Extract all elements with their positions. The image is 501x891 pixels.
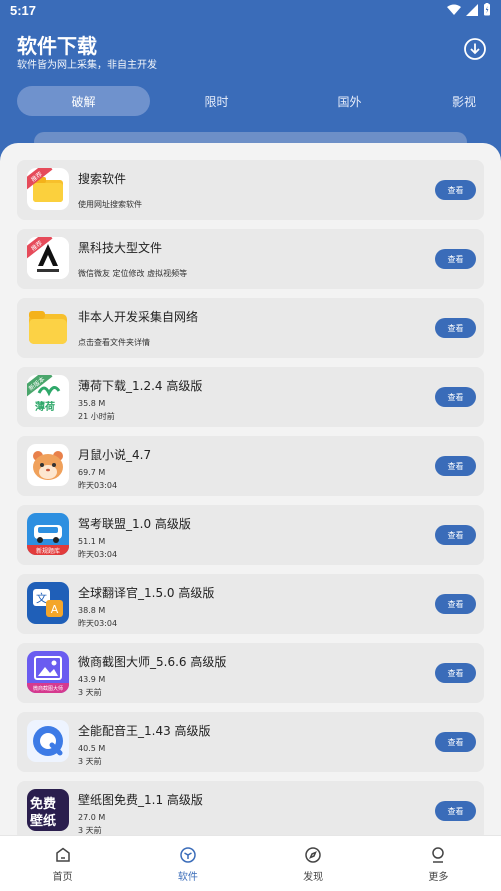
view-button[interactable]: 查看 xyxy=(435,663,476,683)
user-icon xyxy=(432,847,445,863)
item-title: 月鼠小说_4.7 xyxy=(78,448,152,462)
nav-home[interactable]: 首页 xyxy=(0,836,125,891)
tab-foreign[interactable]: 国外 xyxy=(283,86,416,116)
view-button[interactable]: 查看 xyxy=(435,387,476,407)
software-sheet: 推荐 搜索软件 使用网址搜索软件 查看 推荐 黑科技大型文件 微信微友 定位修改… xyxy=(0,143,501,891)
download-icon xyxy=(464,38,486,60)
black-tech-icon: 推荐 xyxy=(27,237,69,279)
status-bar: 5:17 xyxy=(0,0,501,22)
view-button[interactable]: 查看 xyxy=(435,318,476,338)
item-size: 38.8 M xyxy=(78,606,106,615)
view-button[interactable]: 查看 xyxy=(435,732,476,752)
item-time: 3 天前 xyxy=(78,688,102,697)
battery-icon xyxy=(484,3,490,16)
compass-icon xyxy=(305,847,321,863)
nav-software-label: 软件 xyxy=(177,872,198,883)
car-icon: 新规题库 xyxy=(27,513,69,555)
tab-crack[interactable]: 破解 xyxy=(17,86,150,116)
item-title: 微商截图大师_5.6.6 高级版 xyxy=(78,655,227,669)
list-item[interactable]: 月鼠小说_4.7 69.7 M 昨天03:04 查看 xyxy=(17,436,484,496)
view-button[interactable]: 查看 xyxy=(435,801,476,821)
item-title: 驾考联盟_1.0 高级版 xyxy=(78,517,191,531)
status-icons xyxy=(447,3,491,16)
home-icon xyxy=(55,847,70,862)
wallpaper-icon: 免费 壁纸 xyxy=(27,789,69,831)
screenshot-icon: 微商截图大师 xyxy=(27,651,69,693)
translate-icon: 文A xyxy=(27,582,69,624)
bottom-navigation: 首页 软件 发现 更多 xyxy=(0,835,501,891)
signal-icon xyxy=(466,3,478,16)
nav-home-label: 首页 xyxy=(52,872,73,883)
item-title: 非本人开发采集自网络 xyxy=(78,310,199,324)
screenshot-banner: 微商截图大师 xyxy=(27,683,69,693)
box-icon xyxy=(180,847,196,863)
dubbing-icon xyxy=(27,720,69,762)
item-description: 点击查看文件夹详情 xyxy=(78,338,150,347)
nav-more-label: 更多 xyxy=(428,872,449,883)
nav-discover[interactable]: 发现 xyxy=(251,836,376,891)
view-button[interactable]: 查看 xyxy=(435,249,476,269)
download-button[interactable] xyxy=(463,37,487,61)
list-item[interactable]: 非本人开发采集自网络 点击查看文件夹详情 查看 xyxy=(17,298,484,358)
item-size: 27.0 M xyxy=(78,813,106,822)
list-item[interactable]: 免费 壁纸 壁纸图免费_1.1 高级版 27.0 M 3 天前 查看 xyxy=(17,781,484,841)
page-title: 软件下载 xyxy=(17,34,97,58)
item-title: 全能配音王_1.43 高级版 xyxy=(78,724,211,738)
software-list: 推荐 搜索软件 使用网址搜索软件 查看 推荐 黑科技大型文件 微信微友 定位修改… xyxy=(17,160,484,850)
item-size: 51.1 M xyxy=(78,537,106,546)
category-tabs: 破解 限时 国外 影视 xyxy=(17,86,476,116)
status-time: 5:17 xyxy=(10,3,37,18)
folder-icon xyxy=(27,306,69,348)
list-item[interactable]: 新规题库 驾考联盟_1.0 高级版 51.1 M 昨天03:04 查看 xyxy=(17,505,484,565)
svg-text:文: 文 xyxy=(36,591,47,605)
wifi-icon xyxy=(447,4,461,15)
list-item[interactable]: 文A 全球翻译官_1.5.0 高级版 38.8 M 昨天03:04 查看 xyxy=(17,574,484,634)
list-item[interactable]: 微商截图大师 微商截图大师_5.6.6 高级版 43.9 M 3 天前 查看 xyxy=(17,643,484,703)
page-subtitle: 软件皆为网上采集，非自主开发 xyxy=(17,60,157,71)
mint-label: 薄荷 xyxy=(35,402,55,413)
item-size: 69.7 M xyxy=(78,468,106,477)
list-item[interactable]: 推荐 黑科技大型文件 微信微友 定位修改 虚拟视频等 查看 xyxy=(17,229,484,289)
list-item[interactable]: 全能配音王_1.43 高级版 40.5 M 3 天前 查看 xyxy=(17,712,484,772)
item-description: 微信微友 定位修改 虚拟视频等 xyxy=(78,269,188,278)
svg-text:A: A xyxy=(51,603,59,616)
mint-icon: 薄荷 新版本 xyxy=(27,375,69,417)
item-size: 43.9 M xyxy=(78,675,106,684)
folder-icon: 推荐 xyxy=(27,168,69,210)
item-description: 使用网址搜索软件 xyxy=(78,200,142,209)
view-button[interactable]: 查看 xyxy=(435,456,476,476)
item-title: 黑科技大型文件 xyxy=(78,241,163,255)
item-size: 35.8 M xyxy=(78,399,106,408)
list-item[interactable]: 推荐 搜索软件 使用网址搜索软件 查看 xyxy=(17,160,484,220)
tab-video[interactable]: 影视 xyxy=(416,86,476,116)
wallpaper-bottom-text: 壁纸 xyxy=(30,814,57,829)
item-time: 昨天03:04 xyxy=(78,619,118,628)
list-item[interactable]: 薄荷 新版本 薄荷下载_1.2.4 高级版 35.8 M 21 小时前 查看 xyxy=(17,367,484,427)
item-size: 40.5 M xyxy=(78,744,106,753)
item-title: 薄荷下载_1.2.4 高级版 xyxy=(78,379,203,393)
item-title: 搜索软件 xyxy=(78,172,127,186)
hamster-icon xyxy=(27,444,69,486)
view-button[interactable]: 查看 xyxy=(435,180,476,200)
item-title: 全球翻译官_1.5.0 高级版 xyxy=(78,586,215,600)
item-time: 21 小时前 xyxy=(78,412,115,421)
nav-discover-label: 发现 xyxy=(303,872,324,883)
item-time: 昨天03:04 xyxy=(78,550,118,559)
nav-software[interactable]: 软件 xyxy=(125,836,250,891)
nav-more[interactable]: 更多 xyxy=(376,836,501,891)
item-title: 壁纸图免费_1.1 高级版 xyxy=(78,793,203,807)
item-time: 3 天前 xyxy=(78,757,102,766)
view-button[interactable]: 查看 xyxy=(435,525,476,545)
item-time: 昨天03:04 xyxy=(78,481,118,490)
tab-limited[interactable]: 限时 xyxy=(150,86,283,116)
car-banner: 新规题库 xyxy=(27,545,69,555)
view-button[interactable]: 查看 xyxy=(435,594,476,614)
